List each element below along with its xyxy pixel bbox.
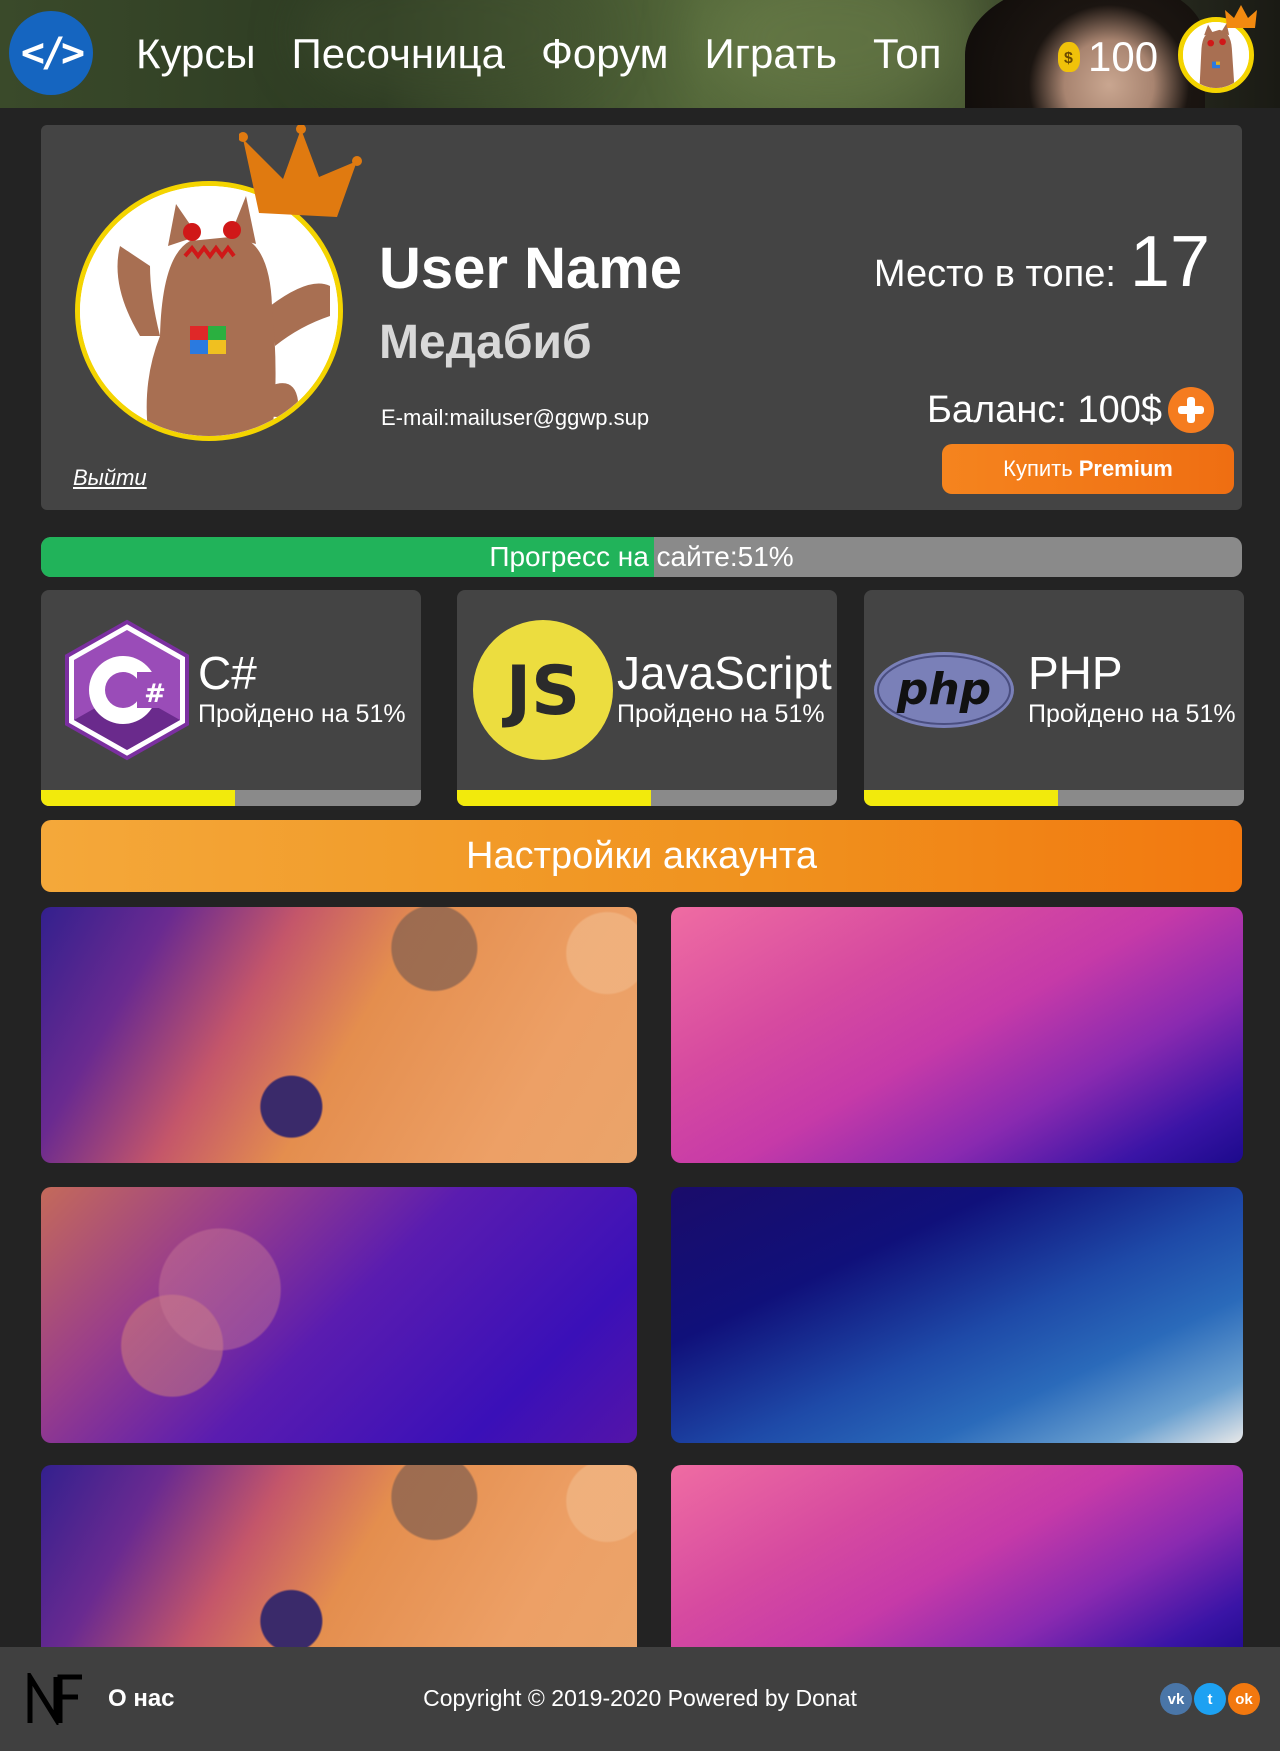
coin-amount: 100 <box>1088 33 1159 80</box>
logout-link[interactable]: Выйти <box>73 465 147 491</box>
footer: О нас Copyright © 2019-2020 Powered by D… <box>0 1647 1280 1751</box>
svg-text:#: # <box>144 679 166 709</box>
course-progress-fill-javascript <box>457 790 651 806</box>
cat-avatar-icon <box>80 186 338 436</box>
money-bag-icon <box>1058 42 1080 72</box>
user-nickname: Медабиб <box>379 316 592 369</box>
course-progress-bar-php <box>864 790 1244 806</box>
vk-icon[interactable]: vk <box>1160 1683 1192 1715</box>
javascript-logo-icon: JS <box>473 620 613 760</box>
wallpaper-tile-blue[interactable] <box>671 1187 1243 1443</box>
user-name: User Name <box>379 236 683 301</box>
social-links: vk t ok <box>1160 1683 1260 1715</box>
course-progress-fill-csharp <box>41 790 235 806</box>
course-title-php: PHP <box>1028 647 1123 699</box>
course-title-javascript: JavaScript <box>617 647 832 699</box>
add-funds-plus-icon[interactable] <box>1168 387 1214 433</box>
course-status-php: Пройдено на 51% <box>1028 700 1236 728</box>
buy-premium-button[interactable]: Купить Premium <box>942 444 1234 494</box>
wallpaper-tile-pink[interactable] <box>671 907 1243 1163</box>
nav-link-play[interactable]: Играть <box>705 30 837 78</box>
wallpaper-tile-purple[interactable] <box>41 1187 637 1443</box>
course-card-csharp[interactable]: # C# Пройдено на 51% <box>41 590 421 806</box>
course-status-javascript: Пройдено на 51% <box>617 700 825 728</box>
balance-label: Баланс: 100$ <box>926 388 1162 431</box>
nav-link-top[interactable]: Топ <box>873 30 941 78</box>
top-navbar: </> Курсы Песочница Форум Играть Топ 100 <box>0 0 1280 108</box>
user-email: E-mail:mailuser@ggwp.sup <box>381 405 650 430</box>
balance-display: Баланс: 100$ <box>927 387 1214 433</box>
rank-value: 17 <box>1129 222 1210 302</box>
rank-label: Место в топе: <box>873 253 1116 295</box>
twitter-icon[interactable]: t <box>1194 1683 1226 1715</box>
svg-text:JS: JS <box>502 652 580 731</box>
php-logo-icon: php <box>874 652 1014 728</box>
site-progress-bar: Прогресс на сайте:51% <box>41 537 1242 577</box>
copyright-text: Copyright © 2019-2020 Powered by Donat <box>423 1685 857 1711</box>
coin-counter: 100 <box>1058 34 1158 80</box>
crown-icon <box>1225 5 1257 28</box>
rank-display: Место в топе: 17 <box>874 221 1210 303</box>
course-card-javascript[interactable]: JS JavaScript Пройдено на 51% <box>457 590 837 806</box>
nav-link-sandbox[interactable]: Песочница <box>292 30 505 78</box>
nav-link-forum[interactable]: Форум <box>541 30 669 78</box>
wallpaper-tile-orange-2[interactable] <box>41 1465 637 1665</box>
course-progress-bar-javascript <box>457 790 837 806</box>
course-title-csharp: C# <box>198 647 257 699</box>
crown-icon <box>239 125 362 217</box>
course-status-csharp: Пройдено на 51% <box>198 700 406 728</box>
course-progress-bar-csharp <box>41 790 421 806</box>
buy-premium-prefix: Купить <box>1003 456 1073 481</box>
site-logo-button[interactable]: </> <box>9 11 93 95</box>
wallpaper-tile-pink-2[interactable] <box>671 1465 1243 1665</box>
course-card-php[interactable]: php PHP Пройдено на 51% <box>864 590 1244 806</box>
profile-card: User Name Медабиб E-mail:mailuser@ggwp.s… <box>41 125 1242 510</box>
account-settings-button[interactable]: Настройки аккаунта <box>41 820 1242 892</box>
main-nav: Курсы Песочница Форум Играть Топ <box>136 30 941 78</box>
course-progress-fill-php <box>864 790 1058 806</box>
odnoklassniki-icon[interactable]: ok <box>1228 1683 1260 1715</box>
csharp-logo-icon: # <box>65 619 189 761</box>
svg-text:php: php <box>896 664 991 715</box>
wallpaper-tile-orange[interactable] <box>41 907 637 1163</box>
nav-link-courses[interactable]: Курсы <box>136 30 256 78</box>
buy-premium-bold: Premium <box>1078 456 1173 481</box>
cat-avatar-icon <box>1183 22 1249 88</box>
site-progress-label: Прогресс на сайте:51% <box>489 541 794 572</box>
